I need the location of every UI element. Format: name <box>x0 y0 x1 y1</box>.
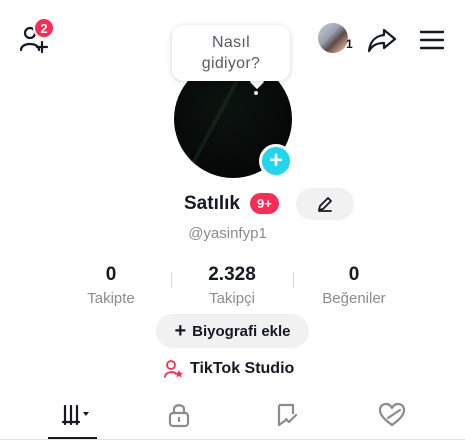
user-handle: @yasinfyp1 <box>188 225 267 242</box>
edit-profile-button[interactable] <box>296 188 354 220</box>
add-photo-button[interactable]: + <box>259 144 293 178</box>
add-bio-button[interactable]: + Biyografi ekle <box>156 314 309 348</box>
plus-icon: + <box>174 320 187 342</box>
following-count: 0 <box>105 264 117 285</box>
account-count: 1 <box>346 37 353 51</box>
likes-count: 0 <box>348 264 360 285</box>
bubble-line: Nasıl <box>212 34 250 51</box>
tab-reposts[interactable] <box>257 400 317 430</box>
pencil-icon <box>318 197 332 212</box>
account-switch-button[interactable]: 1 <box>318 23 356 57</box>
plus-icon: + <box>268 147 283 174</box>
followers-label: Takipçi <box>209 290 255 307</box>
tab-liked[interactable] <box>362 400 422 430</box>
bubble-line: gidiyor? <box>201 55 261 72</box>
followers-stat[interactable]: 2.328 Takipçi <box>172 264 292 307</box>
name-row: Satılık 9+ <box>0 188 465 220</box>
lock-icon <box>168 404 190 428</box>
tab-divider <box>0 439 465 440</box>
heart-icon <box>378 402 406 427</box>
tab-videos[interactable] <box>47 400 107 430</box>
notification-badge-count[interactable]: 9+ <box>250 193 279 214</box>
add-bio-label: Biyografi ekle <box>192 322 291 340</box>
share-arrow-icon <box>367 28 397 53</box>
likes-label: Beğeniler <box>322 290 386 307</box>
tiktok-studio-label: TikTok Studio <box>190 360 295 377</box>
avatar <box>318 23 348 53</box>
following-stat[interactable]: 0 Takipte <box>51 264 171 307</box>
status-bubble[interactable]: Nasıl gidiyor? <box>172 25 290 81</box>
followers-count: 2.328 <box>208 264 256 285</box>
likes-stat[interactable]: 0 Beğeniler <box>294 264 414 307</box>
repost-icon <box>277 403 298 427</box>
notification-badge: 2 <box>33 17 55 39</box>
menu-button[interactable] <box>414 22 450 58</box>
share-button[interactable] <box>364 22 400 58</box>
avatar-image-detail <box>254 91 258 95</box>
username: Satılık <box>184 193 240 214</box>
studio-user-star-icon <box>164 360 183 378</box>
hamburger-menu-icon <box>419 30 445 50</box>
tiktok-studio-link[interactable]: TikTok Studio <box>164 357 294 381</box>
grid-icon <box>61 404 89 426</box>
following-label: Takipte <box>87 290 135 307</box>
tab-private[interactable] <box>149 400 209 430</box>
